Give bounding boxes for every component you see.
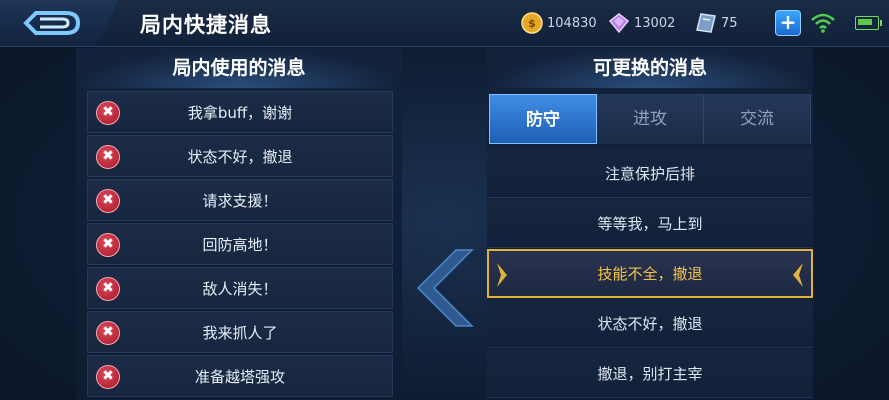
message-label: 我来抓人了	[202, 323, 278, 342]
tab-defense[interactable]: 防守	[489, 94, 597, 144]
tab-communication[interactable]: 交流	[704, 94, 811, 144]
replaceable-messages-title: 可更换的消息	[592, 57, 707, 79]
voucher-counter: 75	[695, 11, 738, 35]
tab-attack[interactable]: 进攻	[597, 94, 704, 144]
gold-coin-icon: $	[521, 12, 543, 34]
delete-x-icon[interactable]: ✖	[96, 365, 120, 389]
back-arrow-icon	[23, 11, 81, 35]
in-game-message-item[interactable]: ✖ 敌人消失！	[87, 267, 393, 309]
replaceable-message-item[interactable]: 注意保护后排	[487, 149, 813, 198]
delete-x-icon[interactable]: ✖	[96, 145, 120, 169]
message-label: 状态不好，撤退	[187, 147, 293, 166]
in-game-message-list: ✖ 我拿buff，谢谢 ✖ 状态不好，撤退 ✖ 请求支援！ ✖ 回防高地！ ✖ …	[87, 91, 393, 399]
selection-chevron-left-icon	[497, 263, 507, 287]
plus-icon: +	[779, 10, 797, 34]
delete-x-icon[interactable]: ✖	[96, 233, 120, 257]
message-label: 状态不好，撤退	[597, 314, 703, 333]
message-category-tabs: 防守 进攻 交流	[489, 94, 811, 144]
message-label: 回防高地！	[202, 235, 278, 254]
gold-counter: $ 104830	[521, 11, 597, 35]
delete-x-icon[interactable]: ✖	[96, 277, 120, 301]
message-label: 敌人消失！	[202, 279, 278, 298]
voucher-amount: 75	[721, 15, 738, 31]
delete-x-icon[interactable]: ✖	[96, 101, 120, 125]
page-title: 局内快捷消息	[140, 13, 272, 37]
message-label: 准备越塔强攻	[194, 367, 285, 386]
diamond-icon	[608, 13, 630, 34]
replaceable-message-item-selected[interactable]: 技能不全，撤退	[487, 249, 813, 298]
message-label: 请求支援！	[202, 191, 278, 210]
in-game-message-item[interactable]: ✖ 我拿buff，谢谢	[87, 91, 393, 133]
message-label: 注意保护后排	[604, 164, 695, 183]
diamond-amount: 13002	[634, 15, 676, 31]
in-game-message-item[interactable]: ✖ 请求支援！	[87, 179, 393, 221]
message-label: 撤退，别打主宰	[597, 364, 703, 383]
replaceable-message-item[interactable]: 状态不好，撤退	[487, 299, 813, 348]
chevron-left-icon[interactable]	[414, 248, 474, 328]
replaceable-message-item[interactable]: 等等我，马上到	[487, 199, 813, 248]
replaceable-message-item[interactable]: 撤退，别打主宰	[487, 349, 813, 398]
in-game-message-item[interactable]: ✖ 我来抓人了	[87, 311, 393, 353]
message-label: 等等我，马上到	[597, 214, 703, 233]
add-currency-button[interactable]: +	[775, 10, 801, 36]
in-game-message-item[interactable]: ✖ 准备越塔强攻	[87, 355, 393, 397]
replaceable-message-list: 注意保护后排 等等我，马上到 技能不全，撤退 状态不好，撤退 撤退，别打主宰	[487, 149, 813, 399]
delete-x-icon[interactable]: ✖	[96, 321, 120, 345]
selection-chevron-right-icon	[793, 263, 803, 287]
message-label: 我拿buff，谢谢	[187, 103, 293, 122]
back-button[interactable]	[0, 0, 118, 46]
voucher-icon	[696, 13, 716, 33]
in-game-messages-title: 局内使用的消息	[172, 57, 306, 79]
gold-amount: 104830	[547, 15, 597, 31]
in-game-message-item[interactable]: ✖ 回防高地！	[87, 223, 393, 265]
svg-text:$: $	[528, 17, 536, 30]
battery-icon	[855, 16, 882, 30]
top-bar: 局内快捷消息 $ 104830 13002 75 +	[0, 0, 889, 47]
in-game-message-item[interactable]: ✖ 状态不好，撤退	[87, 135, 393, 177]
wifi-icon	[811, 13, 835, 33]
diamond-counter: 13002	[608, 11, 675, 35]
delete-x-icon[interactable]: ✖	[96, 189, 120, 213]
message-label: 技能不全，撤退	[597, 265, 703, 283]
